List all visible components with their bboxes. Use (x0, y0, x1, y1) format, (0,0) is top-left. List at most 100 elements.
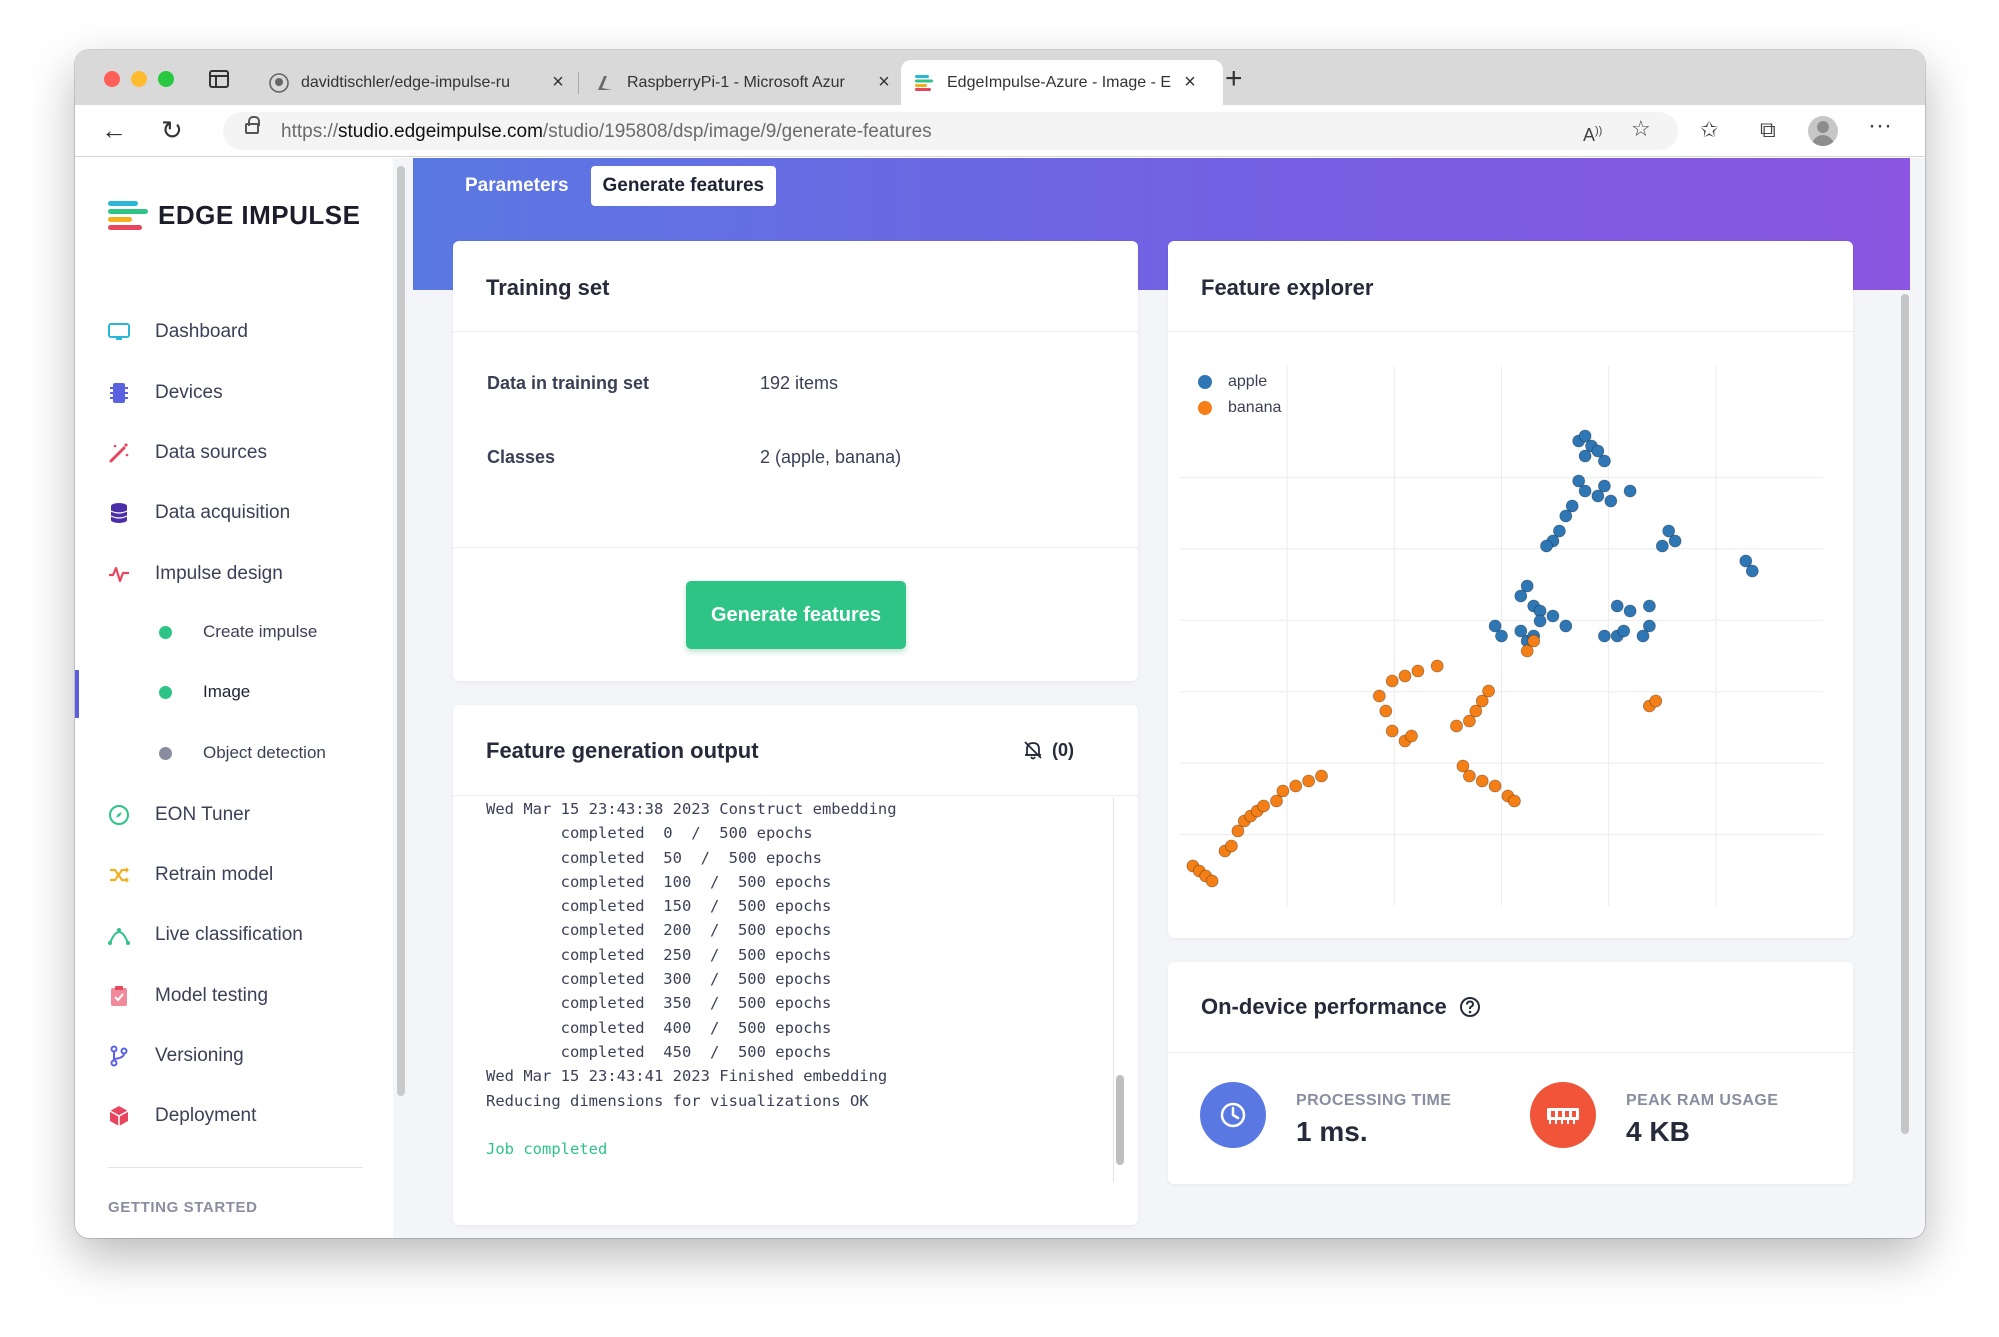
data-point-banana[interactable] (1649, 694, 1663, 708)
card-title: On-device performance (1201, 994, 1481, 1020)
data-point-banana[interactable] (1289, 779, 1303, 793)
sidebar-item-versioning[interactable]: Versioning (107, 1044, 244, 1068)
data-point-banana[interactable] (1225, 839, 1238, 853)
sidebar-item-dashboard[interactable]: Dashboard (107, 320, 248, 344)
data-point-banana[interactable] (1385, 724, 1399, 738)
main-scrollbar[interactable] (1901, 294, 1909, 1134)
data-point-banana[interactable] (1379, 704, 1393, 718)
reload-icon[interactable]: ↻ (161, 115, 183, 145)
more-menu-icon[interactable]: ··· (1868, 113, 1892, 139)
back-arrow-icon[interactable]: ← (101, 115, 127, 145)
sidebar-subitem-image[interactable]: Image (159, 682, 250, 702)
data-point-apple[interactable] (1604, 494, 1618, 508)
data-point-banana[interactable] (1315, 769, 1328, 783)
sidebar-item-live-classification[interactable]: Live classification (107, 923, 303, 947)
data-point-banana[interactable] (1276, 784, 1290, 798)
data-point-apple[interactable] (1617, 624, 1631, 638)
data-point-banana[interactable] (1302, 774, 1316, 788)
new-tab-icon[interactable]: + (1225, 64, 1243, 94)
minimize-window-button[interactable] (131, 71, 147, 87)
browser-tab-azure[interactable]: RaspberryPi-1 - Microsoft Azur × (581, 60, 907, 105)
sidebar-item-impulse-design[interactable]: Impulse design (107, 562, 283, 586)
divider (1168, 331, 1853, 332)
sidebar-item-label: Versioning (155, 1045, 244, 1066)
data-point-banana[interactable] (1405, 729, 1418, 743)
data-point-banana[interactable] (1257, 799, 1270, 813)
profile-avatar[interactable] (1808, 116, 1838, 146)
console-log[interactable]: Wed Mar 15 23:43:38 2023 Construct embed… (486, 797, 1106, 1177)
data-point-banana[interactable] (1482, 684, 1496, 698)
address-bar[interactable]: https://studio.edgeimpulse.com/studio/19… (223, 112, 1678, 150)
sidebar-scrollbar[interactable] (397, 166, 405, 1096)
data-point-banana[interactable] (1385, 674, 1399, 688)
feature-explorer-scatter[interactable] (1168, 346, 1853, 926)
add-favorite-icon[interactable]: ☆ (1631, 116, 1651, 142)
browser-tab-github[interactable]: davidtischler/edge-impulse-ru × (255, 60, 581, 105)
data-point-apple[interactable] (1578, 449, 1592, 463)
sidebar-item-data-sources[interactable]: Data sources (107, 441, 267, 465)
tab-separator (578, 72, 579, 94)
data-point-apple[interactable] (1655, 539, 1669, 553)
data-point-apple[interactable] (1514, 589, 1528, 603)
sidebar-subitem-create-impulse[interactable]: Create impulse (159, 622, 317, 642)
data-point-apple[interactable] (1610, 599, 1624, 613)
data-point-apple[interactable] (1540, 539, 1553, 553)
data-point-banana[interactable] (1450, 719, 1463, 733)
help-icon[interactable] (1459, 996, 1481, 1018)
browser-tab-edge-impulse[interactable]: EdgeImpulse-Azure - Image - E × (901, 60, 1223, 105)
data-point-banana[interactable] (1507, 794, 1521, 808)
data-point-banana[interactable] (1372, 689, 1386, 703)
read-aloud-icon[interactable]: A)) (1583, 118, 1602, 148)
sidebar-subitem-object-detection[interactable]: Object detection (159, 743, 326, 763)
sidebar-item-eon-tuner[interactable]: EON Tuner (107, 803, 250, 827)
generate-features-button[interactable]: Generate features (686, 581, 906, 649)
log-line: completed 0 / 500 epochs (486, 824, 813, 843)
close-window-button[interactable] (104, 71, 120, 87)
zoom-window-button[interactable] (158, 71, 174, 87)
data-point-banana[interactable] (1430, 659, 1444, 673)
close-icon[interactable]: × (875, 71, 893, 94)
sidebar-item-data-acquisition[interactable]: Data acquisition (107, 501, 290, 525)
data-point-apple[interactable] (1642, 599, 1656, 613)
status-dot (159, 685, 172, 699)
data-point-apple[interactable] (1597, 479, 1611, 493)
data-point-apple[interactable] (1495, 629, 1508, 643)
data-point-apple[interactable] (1623, 604, 1637, 618)
tab-generate-features[interactable]: Generate features (590, 166, 777, 206)
legend-item-apple[interactable]: apple (1198, 369, 1281, 395)
data-point-apple[interactable] (1597, 629, 1611, 643)
data-point-banana[interactable] (1462, 769, 1476, 783)
brand-logo[interactable]: EDGE IMPULSE (108, 200, 360, 231)
data-point-banana[interactable] (1205, 874, 1219, 888)
data-point-banana[interactable] (1398, 669, 1412, 683)
data-point-apple[interactable] (1745, 564, 1759, 578)
data-point-apple[interactable] (1636, 629, 1650, 643)
favorites-icon[interactable]: ✩ (1700, 117, 1718, 143)
notifications-toggle[interactable]: (0) (1022, 739, 1074, 761)
data-point-apple[interactable] (1578, 484, 1592, 498)
legend-item-banana[interactable]: banana (1198, 395, 1281, 421)
collections-icon[interactable]: ⧉ (1760, 117, 1776, 143)
tab-parameters[interactable]: Parameters (453, 166, 581, 206)
sidebar-toggle-icon[interactable] (209, 70, 229, 88)
data-point-apple[interactable] (1559, 619, 1573, 633)
sidebar-item-devices[interactable]: Devices (107, 381, 223, 405)
sidebar-item-model-testing[interactable]: Model testing (107, 984, 268, 1008)
data-point-apple[interactable] (1597, 454, 1611, 468)
data-point-apple[interactable] (1533, 614, 1547, 628)
sidebar-item-label: EON Tuner (155, 804, 251, 825)
close-icon[interactable]: × (549, 71, 567, 94)
data-point-banana[interactable] (1527, 634, 1541, 648)
data-point-apple[interactable] (1559, 509, 1573, 523)
close-icon[interactable]: × (1181, 71, 1199, 94)
data-point-banana[interactable] (1475, 774, 1489, 788)
console-scrollbar[interactable] (1116, 1075, 1124, 1165)
data-point-banana[interactable] (1411, 664, 1425, 678)
sidebar-item-retrain-model[interactable]: Retrain model (107, 863, 273, 887)
data-point-apple[interactable] (1668, 534, 1682, 548)
data-point-apple[interactable] (1546, 609, 1560, 623)
sidebar-item-deployment[interactable]: Deployment (107, 1104, 256, 1128)
data-point-apple[interactable] (1623, 484, 1637, 498)
brand-name: EDGE IMPULSE (158, 200, 361, 230)
data-point-banana[interactable] (1488, 779, 1502, 793)
